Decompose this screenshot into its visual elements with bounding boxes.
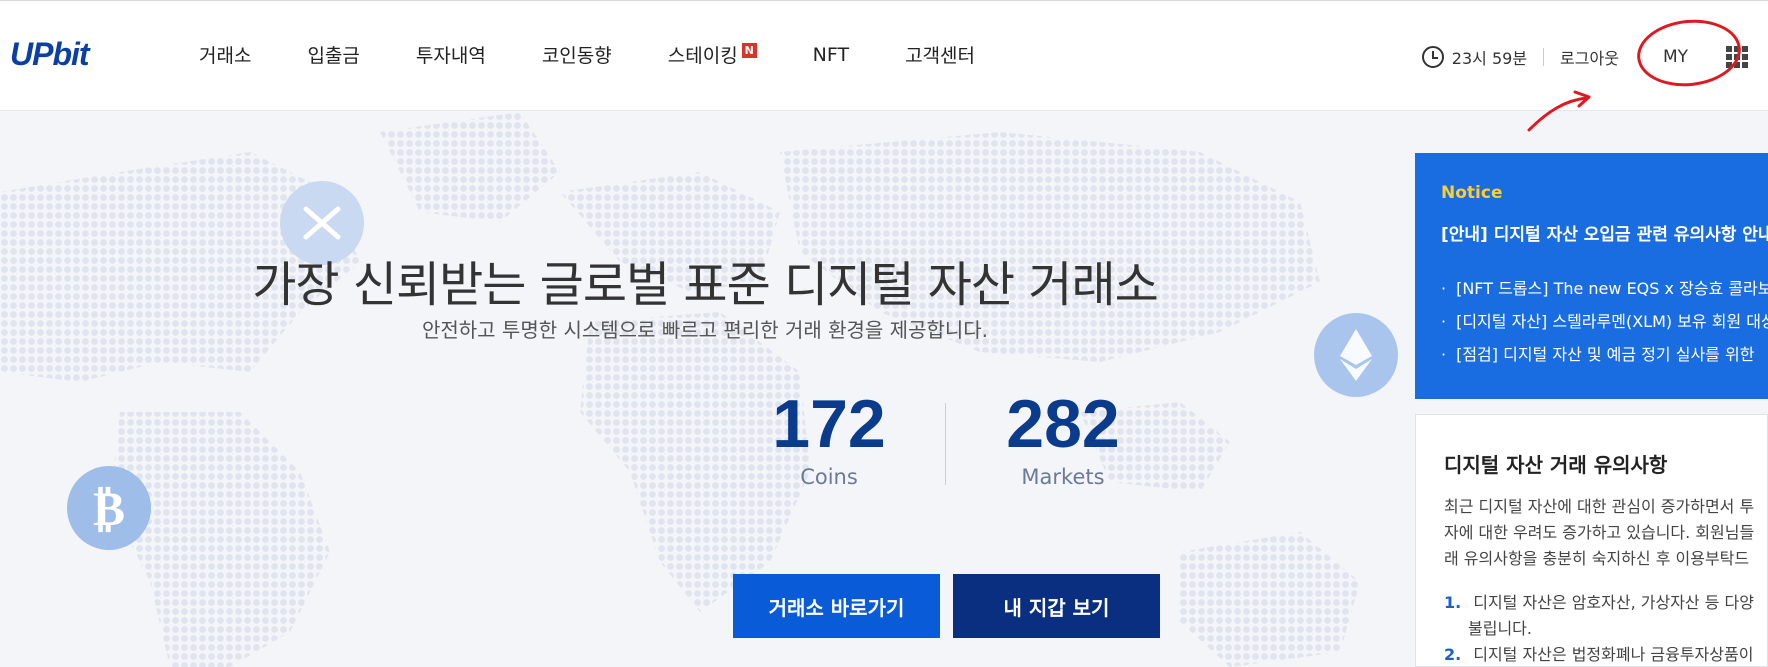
hero-subtitle: 안전하고 투명한 시스템으로 빠르고 편리한 거래 환경을 제공합니다. xyxy=(421,318,989,342)
stat-divider xyxy=(945,403,946,485)
view-wallet-button[interactable]: 내 지갑 보기 xyxy=(953,574,1160,638)
warning-item-text: 디지털 자산은 암호자산, 가상자산 등 다양 xyxy=(1473,593,1754,612)
annotation-arrow xyxy=(1527,90,1591,132)
stat-markets-label: Markets xyxy=(1021,465,1105,489)
stat-coins-label: Coins xyxy=(800,465,858,489)
nav-coin-trends[interactable]: 코인동향 xyxy=(542,41,612,68)
warning-list: 1. 디지털 자산은 암호자산, 가상자산 등 다양 불립니다. 2. 디지털 자산… xyxy=(1444,590,1754,666)
top-header: UPbit 거래소 입출금 투자내역 코인동향 스테이킹 N NFT 고객센터 … xyxy=(0,0,1768,111)
upbit-logo[interactable]: UPbit xyxy=(10,36,90,73)
warning-list-item-cont: 불립니다. xyxy=(1468,619,1532,638)
notice-item[interactable]: [NFT 드롭스] The new EQS x 장승효 콜라보 xyxy=(1441,275,1768,308)
main-nav: 거래소 입출금 투자내역 코인동향 스테이킹 N NFT 고객센터 xyxy=(199,41,1031,68)
notice-panel: Notice [안내] 디지털 자산 오입금 관련 유의사항 안내 [NFT 드… xyxy=(1415,153,1768,399)
warning-title: 디지털 자산 거래 유의사항 xyxy=(1444,453,1668,477)
notice-item[interactable]: [점검] 디지털 자산 및 예금 정기 실사를 위한 xyxy=(1441,341,1768,374)
notice-title: Notice xyxy=(1441,183,1503,203)
stat-markets: 282 Markets xyxy=(963,385,1163,489)
warning-list-item: 1. 디지털 자산은 암호자산, 가상자산 등 다양 xyxy=(1444,590,1754,616)
warning-item-number: 2. xyxy=(1444,645,1462,664)
warning-item-text: 디지털 자산은 법정화폐나 금융투자상품이 xyxy=(1473,645,1754,664)
stat-markets-value: 282 xyxy=(1006,386,1120,462)
nav-exchange[interactable]: 거래소 xyxy=(199,41,251,68)
bitcoin-coin-icon: ₿ xyxy=(67,466,151,550)
logout-link[interactable]: 로그아웃 xyxy=(1560,45,1619,69)
hero-title: 가장 신뢰받는 글로벌 표준 디지털 자산 거래소 xyxy=(252,257,1159,313)
new-badge: N xyxy=(741,43,757,58)
nav-staking[interactable]: 스테이킹 N xyxy=(668,41,757,68)
nav-deposit-withdraw[interactable]: 입출금 xyxy=(307,41,359,68)
notice-headline[interactable]: [안내] 디지털 자산 오입금 관련 유의사항 안내 xyxy=(1441,220,1768,245)
divider xyxy=(1543,48,1545,66)
stat-coins: 172 Coins xyxy=(729,385,929,489)
warning-list-item: 2. 디지털 자산은 법정화폐나 금융투자상품이 xyxy=(1444,642,1754,666)
session-timer: 23시 59분 xyxy=(1451,49,1528,68)
notice-list: [NFT 드롭스] The new EQS x 장승효 콜라보 [디지털 자산]… xyxy=(1441,275,1768,374)
warning-body-line: 래 유의사항을 충분히 숙지하신 후 이용부탁드 xyxy=(1444,549,1750,568)
nav-investments[interactable]: 투자내역 xyxy=(416,41,486,68)
warning-item-number: 1. xyxy=(1444,593,1462,612)
nav-support[interactable]: 고객센터 xyxy=(905,41,975,68)
stat-coins-value: 172 xyxy=(772,386,886,462)
go-to-exchange-button[interactable]: 거래소 바로가기 xyxy=(733,574,940,638)
world-map-background xyxy=(0,112,1360,667)
svg-text:₿: ₿ xyxy=(93,483,125,535)
clock-icon xyxy=(1421,46,1444,68)
warning-body-line: 자에 대한 우려도 증가하고 있습니다. 회원님들 xyxy=(1444,523,1755,542)
nav-staking-label: 스테이킹 xyxy=(667,45,738,67)
warning-body-line: 최근 디지털 자산에 대한 관심이 증가하면서 투 xyxy=(1444,497,1755,516)
notice-item[interactable]: [디지털 자산] 스텔라루멘(XLM) 보유 회원 대상 xyxy=(1441,308,1768,341)
warning-body: 최근 디지털 자산에 대한 관심이 증가하면서 투 자에 대한 우려도 증가하고… xyxy=(1444,494,1767,572)
trading-warning-panel: 디지털 자산 거래 유의사항 최근 디지털 자산에 대한 관심이 증가하면서 투… xyxy=(1415,414,1768,667)
nav-nft[interactable]: NFT xyxy=(813,41,849,68)
